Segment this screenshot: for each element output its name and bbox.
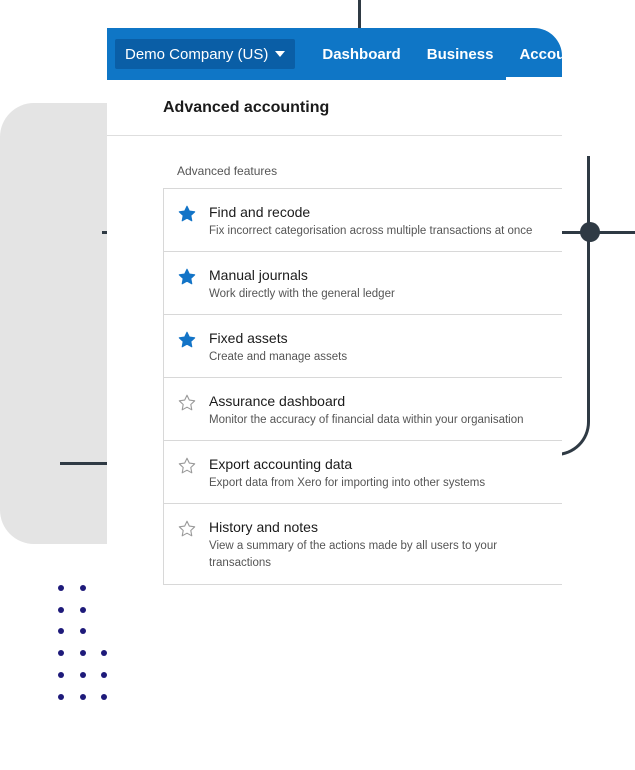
organisation-name: Demo Company (US) <box>125 45 269 63</box>
caret-down-icon <box>275 51 286 57</box>
star-filled-icon[interactable] <box>178 205 196 223</box>
decorative-dot <box>58 585 64 591</box>
tab-business[interactable]: Business <box>414 28 507 80</box>
page-title: Advanced accounting <box>163 98 330 116</box>
decorative-dot <box>58 607 64 613</box>
feature-title[interactable]: History and notes <box>209 519 529 535</box>
decorative-line <box>60 462 108 465</box>
decorative-dot <box>79 694 86 700</box>
feature-description: Export data from Xero for importing into… <box>209 477 486 489</box>
organisation-switcher[interactable]: Demo Company (US) <box>115 39 296 69</box>
feature-description: Work directly with the general ledger <box>209 288 395 300</box>
feature-description: Fix incorrect categorisation across mult… <box>209 225 533 237</box>
decorative-dot <box>58 628 64 634</box>
star-filled-icon[interactable] <box>178 268 196 286</box>
decorative-line <box>358 0 361 28</box>
decorative-dot <box>80 585 86 591</box>
section-label: Advanced features <box>177 164 278 178</box>
feature-title[interactable]: Manual journals <box>209 267 395 283</box>
feature-title[interactable]: Find and recode <box>209 204 532 220</box>
star-outline-icon[interactable] <box>178 520 196 538</box>
feature-title[interactable]: Export accounting data <box>209 456 485 472</box>
feature-title[interactable]: Fixed assets <box>209 330 347 346</box>
decorative-dot <box>58 694 64 700</box>
page-header: Advanced accounting <box>107 80 562 136</box>
top-navigation-bar: Demo Company (US) Dashboard Business Acc… <box>107 28 562 80</box>
feature-item-history-and-notes[interactable]: History and notes View a summary of the … <box>164 504 562 584</box>
tab-accounting[interactable]: Accounting <box>506 28 562 80</box>
feature-item-fixed-assets[interactable]: Fixed assets Create and manage assets <box>164 315 562 378</box>
app-window: Demo Company (US) Dashboard Business Acc… <box>107 28 562 770</box>
feature-item-assurance-dashboard[interactable]: Assurance dashboard Monitor the accuracy… <box>164 378 562 441</box>
feature-item-manual-journals[interactable]: Manual journals Work directly with the g… <box>164 252 562 315</box>
feature-description: Create and manage assets <box>209 351 348 363</box>
star-filled-icon[interactable] <box>178 331 196 349</box>
feature-description: Monitor the accuracy of financial data w… <box>209 414 524 426</box>
decorative-dot <box>58 650 64 656</box>
tab-dashboard[interactable]: Dashboard <box>309 28 413 80</box>
feature-title[interactable]: Assurance dashboard <box>209 393 524 409</box>
feature-item-find-and-recode[interactable]: Find and recode Fix incorrect categorisa… <box>164 189 562 252</box>
feature-list: Find and recode Fix incorrect categorisa… <box>163 188 562 585</box>
decorative-node <box>580 222 600 242</box>
star-outline-icon[interactable] <box>178 457 196 475</box>
decorative-dot <box>79 672 86 678</box>
decorative-dot <box>80 628 86 634</box>
star-outline-icon[interactable] <box>178 394 196 412</box>
decorative-dot <box>80 607 86 613</box>
feature-item-export-accounting-data[interactable]: Export accounting data Export data from … <box>164 441 562 504</box>
feature-description: View a summary of the actions made by al… <box>209 540 498 569</box>
decorative-dot <box>79 650 86 656</box>
decorative-dot <box>58 672 64 678</box>
